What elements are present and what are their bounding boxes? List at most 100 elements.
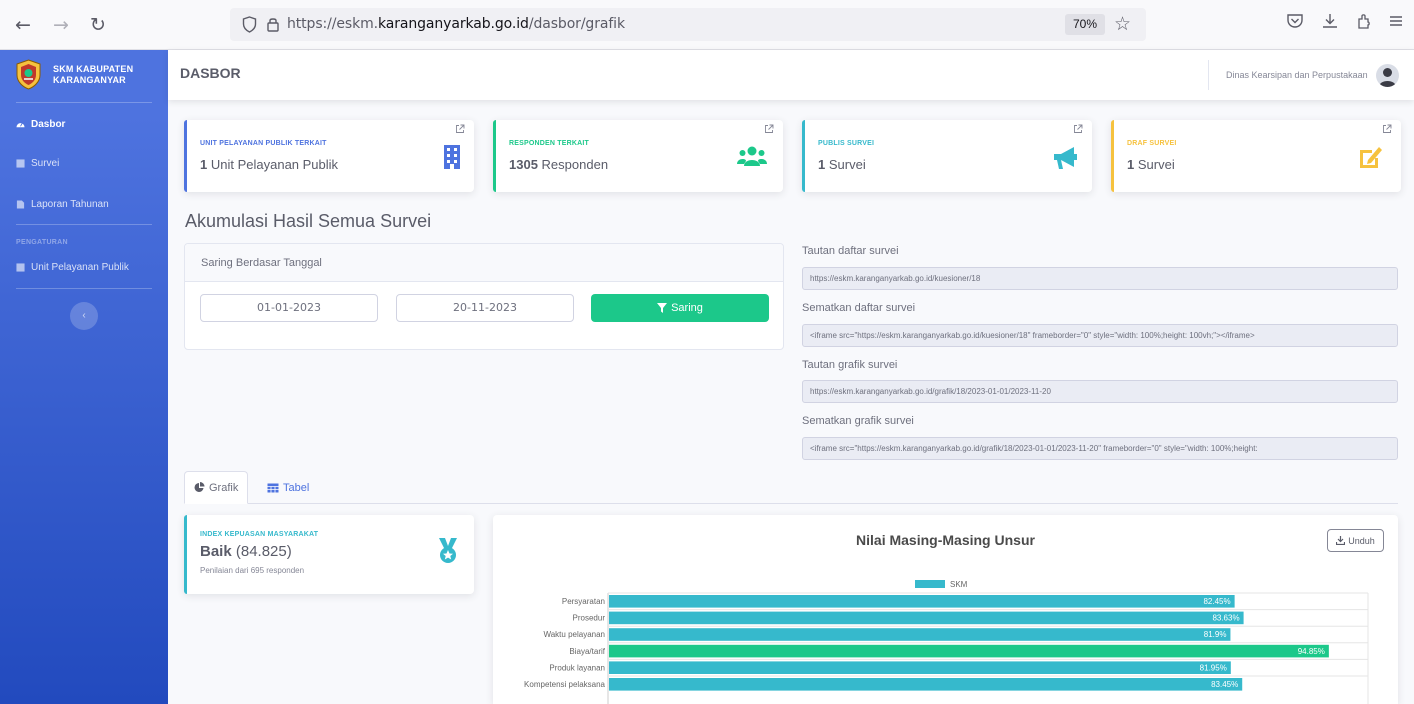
- unduh-button[interactable]: Unduh: [1327, 529, 1384, 552]
- sidebar-item-unit-pelayanan-publik[interactable]: Unit Pelayanan Publik: [16, 262, 129, 273]
- chart-card: SKM Persyaratan 82.45% Prosedur 83.63% Waktu …: [493, 515, 1398, 704]
- browser-toolbar: ← → ↻ https://eskm.karanganyarkab.go.id/…: [0, 0, 1414, 50]
- edit-icon: [1360, 147, 1382, 168]
- date-from-input[interactable]: 01-01-2023: [200, 294, 378, 322]
- sematkan-daftar-field[interactable]: <iframe src="https://eskm.karanganyarkab…: [802, 324, 1398, 347]
- card-accent: [184, 515, 187, 594]
- category-label: Prosedur: [573, 614, 606, 623]
- external-link-icon[interactable]: [1382, 124, 1392, 134]
- survey-icon: [16, 159, 25, 168]
- sidebar-item-label: Dasbor: [31, 119, 66, 130]
- unduh-label: Unduh: [1348, 535, 1375, 546]
- ikm-subtitle: Penilaian dari 695 responden: [200, 566, 305, 575]
- card-accent: [1111, 120, 1114, 192]
- stat-card-unit: UNIT PELAYANAN PUBLIK TERKAIT 1 Unit Pel…: [184, 120, 474, 192]
- tautan-daftar-field[interactable]: https://eskm.karanganyarkab.go.id/kuesio…: [802, 267, 1398, 290]
- unit-icon: [16, 263, 25, 272]
- medal-icon: [439, 538, 457, 563]
- label-tautan-daftar: Tautan daftar survei: [802, 245, 899, 257]
- sidebar-brand[interactable]: SKM KABUPATEN KARANGANYAR: [0, 50, 168, 102]
- ikm-label: INDEX KEPUASAN MASYARAKAT: [200, 531, 319, 538]
- dashboard-icon: [16, 122, 25, 128]
- sidebar-divider: [16, 224, 152, 225]
- bar: [609, 661, 1231, 674]
- bookmark-star-icon[interactable]: ☆: [1114, 13, 1131, 35]
- tab-label: Grafik: [209, 481, 239, 494]
- category-label: Persyaratan: [562, 597, 605, 606]
- sidebar-item-dasbor[interactable]: Dasbor: [16, 119, 65, 130]
- data-label: 81.9%: [1204, 630, 1227, 639]
- sidebar-item-survei[interactable]: Survei: [16, 158, 59, 169]
- sidebar-toggle-button[interactable]: ‹: [70, 302, 98, 330]
- external-link-icon[interactable]: [1073, 124, 1083, 134]
- ikm-card: INDEX KEPUASAN MASYARAKAT Baik (84.825) …: [184, 515, 474, 594]
- sidebar-item-label: Survei: [31, 158, 60, 169]
- stat-value: 1 Survei: [1127, 157, 1175, 172]
- zoom-level[interactable]: 70%: [1065, 14, 1106, 35]
- stat-card-publis: PUBLIS SURVEI 1 Survei: [802, 120, 1092, 192]
- brand-name: SKM KABUPATEN KARANGANYAR: [53, 64, 133, 86]
- page-title: DASBOR: [180, 65, 241, 81]
- data-label: 81.95%: [1200, 663, 1227, 672]
- date-to-input[interactable]: 20-11-2023: [396, 294, 574, 322]
- user-name[interactable]: Dinas Kearsipan dan Perpustakaan: [1226, 70, 1368, 80]
- tautan-grafik-field[interactable]: https://eskm.karanganyarkab.go.id/grafik…: [802, 380, 1398, 403]
- sidebar-item-label: Unit Pelayanan Publik: [31, 262, 129, 273]
- topbar-divider: [1208, 60, 1209, 90]
- back-icon[interactable]: ←: [11, 13, 35, 37]
- label-sematkan-grafik: Sematkan grafik survei: [802, 415, 914, 427]
- download-icon[interactable]: [1318, 12, 1342, 36]
- topbar: DASBOR Dinas Kearsipan dan Perpustakaan: [168, 50, 1414, 100]
- avatar[interactable]: [1376, 64, 1399, 87]
- filter-header: Saring Berdasar Tanggal: [185, 244, 783, 282]
- legend-swatch: [915, 580, 945, 588]
- chart-title: Nilai Masing-Masing Unsur: [856, 532, 1035, 548]
- pocket-icon[interactable]: [1283, 12, 1307, 36]
- tab-tabel[interactable]: Tabel: [258, 471, 318, 504]
- ikm-value: Baik (84.825): [200, 543, 292, 560]
- legend-label: SKM: [950, 580, 968, 589]
- brand-line-1: SKM KABUPATEN: [53, 64, 134, 74]
- tab-grafik[interactable]: Grafik: [184, 471, 249, 504]
- stat-card-responden: RESPONDEN TERKAIT 1305 Responden: [493, 120, 783, 192]
- menu-icon[interactable]: [1384, 12, 1408, 36]
- date-filter-card: Saring Berdasar Tanggal 01-01-2023 20-11…: [184, 243, 784, 350]
- table-icon: [267, 483, 279, 492]
- label-tautan-grafik: Tautan grafik survei: [802, 359, 898, 371]
- bar: [609, 595, 1235, 608]
- saring-button[interactable]: Saring: [591, 294, 769, 322]
- forward-icon[interactable]: →: [49, 13, 73, 37]
- filter-header-label: Saring Berdasar Tanggal: [201, 257, 322, 269]
- external-link-icon[interactable]: [764, 124, 774, 134]
- pie-chart-icon: [194, 482, 205, 492]
- karanganyar-logo: [16, 59, 41, 90]
- url-bar[interactable]: https://eskm.karanganyarkab.go.id/dasbor…: [230, 8, 1146, 41]
- stat-card-draf: DRAF SURVEI 1 Survei: [1111, 120, 1401, 192]
- bar: [609, 644, 1329, 658]
- building-icon: [444, 145, 460, 169]
- extensions-icon[interactable]: [1352, 12, 1376, 36]
- tabs-divider: [184, 503, 1398, 504]
- card-accent: [184, 120, 187, 192]
- download-icon: [1336, 536, 1346, 545]
- external-link-icon[interactable]: [455, 124, 465, 134]
- sidebar-item-laporan-tahunan[interactable]: Laporan Tahunan: [16, 199, 109, 210]
- section-title: Akumulasi Hasil Semua Survei: [185, 211, 432, 231]
- category-label: Produk layanan: [549, 663, 605, 672]
- stat-label: PUBLIS SURVEI: [818, 140, 875, 147]
- label-sematkan-daftar: Sematkan daftar survei: [802, 302, 916, 314]
- megaphone-icon: [1054, 147, 1077, 169]
- data-label: 83.63%: [1212, 614, 1239, 623]
- report-icon: [16, 200, 25, 209]
- reload-icon[interactable]: ↻: [86, 13, 110, 37]
- data-label: 83.45%: [1211, 680, 1238, 689]
- bar: [609, 628, 1231, 641]
- brand-line-2: KARANGANYAR: [53, 75, 126, 85]
- stat-label: UNIT PELAYANAN PUBLIK TERKAIT: [200, 140, 327, 147]
- sidebar: SKM KABUPATEN KARANGANYAR Dasbor Survei …: [0, 50, 168, 704]
- data-label: 82.45%: [1203, 597, 1230, 606]
- sematkan-grafik-field[interactable]: <iframe src="https://eskm.karanganyarkab…: [802, 437, 1398, 460]
- sidebar-divider: [16, 102, 152, 103]
- stat-value: 1305 Responden: [509, 157, 609, 172]
- users-icon: [737, 146, 767, 166]
